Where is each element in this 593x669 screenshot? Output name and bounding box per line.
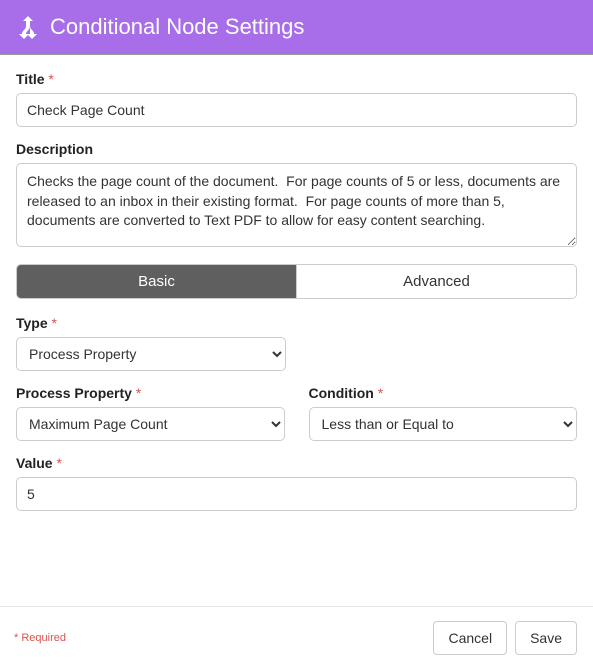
modal-header: Conditional Node Settings (0, 0, 593, 55)
tab-basic[interactable]: Basic (17, 265, 296, 298)
type-select[interactable]: Process Property (16, 337, 286, 371)
required-note: * Required (14, 632, 66, 644)
description-textarea[interactable]: Checks the page count of the document. F… (16, 163, 577, 247)
type-label-text: Type (16, 315, 48, 331)
value-label: Value * (16, 455, 577, 471)
value-input[interactable] (16, 477, 577, 511)
type-label: Type * (16, 315, 577, 331)
footer-actions: Cancel Save (433, 621, 577, 655)
title-label-text: Title (16, 71, 45, 87)
required-star: * (14, 632, 18, 644)
required-star: * (56, 455, 61, 471)
required-star: * (48, 71, 53, 87)
condition-select[interactable]: Less than or Equal to (309, 407, 578, 441)
process-property-label: Process Property * (16, 385, 285, 401)
modal-title: Conditional Node Settings (50, 14, 304, 40)
form-body: Title * Description Checks the page coun… (0, 55, 593, 533)
branch-icon (16, 14, 40, 40)
condition-label-text: Condition (309, 385, 374, 401)
value-label-text: Value (16, 455, 53, 471)
tab-row: Basic Advanced (16, 264, 577, 299)
tab-advanced[interactable]: Advanced (296, 265, 576, 298)
process-property-label-text: Process Property (16, 385, 132, 401)
process-property-select[interactable]: Maximum Page Count (16, 407, 285, 441)
title-label: Title * (16, 71, 577, 87)
required-star: * (52, 315, 57, 331)
required-note-text: Required (21, 632, 66, 644)
required-star: * (378, 385, 383, 401)
title-input[interactable] (16, 93, 577, 127)
cancel-button[interactable]: Cancel (433, 621, 507, 655)
modal-footer: * Required Cancel Save (0, 606, 593, 669)
required-star: * (136, 385, 141, 401)
description-label: Description (16, 141, 577, 157)
condition-label: Condition * (309, 385, 578, 401)
save-button[interactable]: Save (515, 621, 577, 655)
